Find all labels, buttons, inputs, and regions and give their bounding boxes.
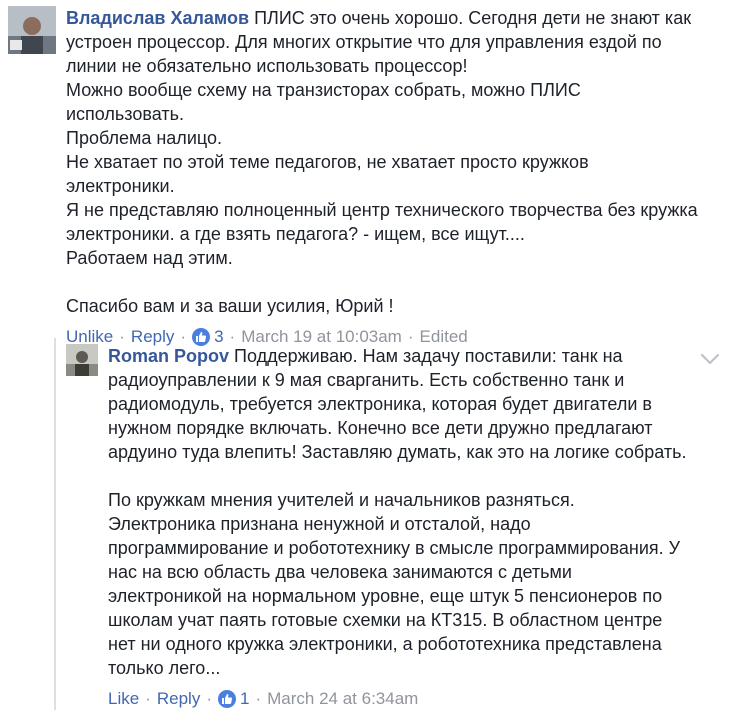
comment-text-line: радиомодуль, требуется электроника, кото… bbox=[108, 394, 652, 414]
comment-text-line: ардуино туда влепить! Заставляю думать, … bbox=[108, 442, 687, 462]
comment-text-line: Спасибо вам и за ваши усилия, Юрий ! bbox=[66, 296, 394, 316]
comment-text-line: школам учат паять готовые схемки на КТ31… bbox=[108, 610, 663, 630]
comment-text-line: электроники. а где взять педагога? - ище… bbox=[66, 224, 525, 244]
comment-text-line: использовать. bbox=[66, 104, 184, 124]
comment-text-line: электроники. bbox=[66, 176, 175, 196]
separator: · bbox=[206, 689, 212, 708]
comment-author[interactable]: Roman Popov bbox=[108, 346, 229, 366]
comment-text-line: электроникой на нормальном уровне, еще ш… bbox=[108, 586, 663, 606]
separator: · bbox=[255, 689, 262, 708]
comment-text-line: Я не представляю полноценный центр техни… bbox=[66, 200, 698, 220]
comment-text-line: нужном порядке включать. Конечно все дет… bbox=[108, 418, 653, 438]
comment-text-line: устроен процессор. Для многих открытие ч… bbox=[66, 32, 662, 52]
avatar[interactable] bbox=[66, 344, 98, 376]
comment-text-line: линии не обязательно использовать процес… bbox=[66, 56, 468, 76]
reaction-count[interactable]: 1 bbox=[240, 688, 249, 710]
avatar[interactable] bbox=[8, 6, 56, 54]
comment-text-line: По кружкам мнения учителей и начальников… bbox=[108, 490, 575, 510]
like-link[interactable]: Like bbox=[108, 688, 139, 710]
comment-text-line: Работаем над этим. bbox=[66, 248, 233, 268]
comment-text-line: Можно вообще схему на транзисторах собра… bbox=[66, 80, 581, 100]
comment-actions: Like · Reply · 1 · March 24 at 6:34am bbox=[108, 688, 708, 710]
chevron-down-icon[interactable] bbox=[700, 352, 720, 366]
reply-thread-line bbox=[54, 338, 56, 710]
comment-text-line: нас на всю область два человека занимают… bbox=[108, 562, 572, 582]
comment-text-line-0: Владислав Халамов ПЛИС это очень хорошо.… bbox=[66, 8, 692, 28]
comment-text-line: радиоуправлении к 9 мая сварганить. Есть… bbox=[108, 370, 625, 390]
comment-text-line: нет ни одного кружка электроники, а робо… bbox=[108, 634, 662, 654]
comment-text-line: Электроника признана ненужной и отсталой… bbox=[108, 514, 531, 534]
comment-text-line: Проблема налицо. bbox=[66, 128, 222, 148]
comment-text-line: программирование и робототехнику в смысл… bbox=[108, 538, 681, 558]
comment-text-line: Не хватает по этой теме педагогов, не хв… bbox=[66, 152, 589, 172]
comment-text-line: только лего... bbox=[108, 658, 221, 678]
timestamp[interactable]: March 24 at 6:34am bbox=[267, 688, 418, 710]
comment-text-line-0: Roman Popov Поддерживаю. Нам задачу пост… bbox=[108, 346, 623, 366]
thumbs-up-icon[interactable] bbox=[218, 690, 236, 708]
comment-author[interactable]: Владислав Халамов bbox=[66, 8, 249, 28]
separator: · bbox=[145, 689, 151, 708]
reply-link[interactable]: Reply bbox=[157, 688, 200, 710]
